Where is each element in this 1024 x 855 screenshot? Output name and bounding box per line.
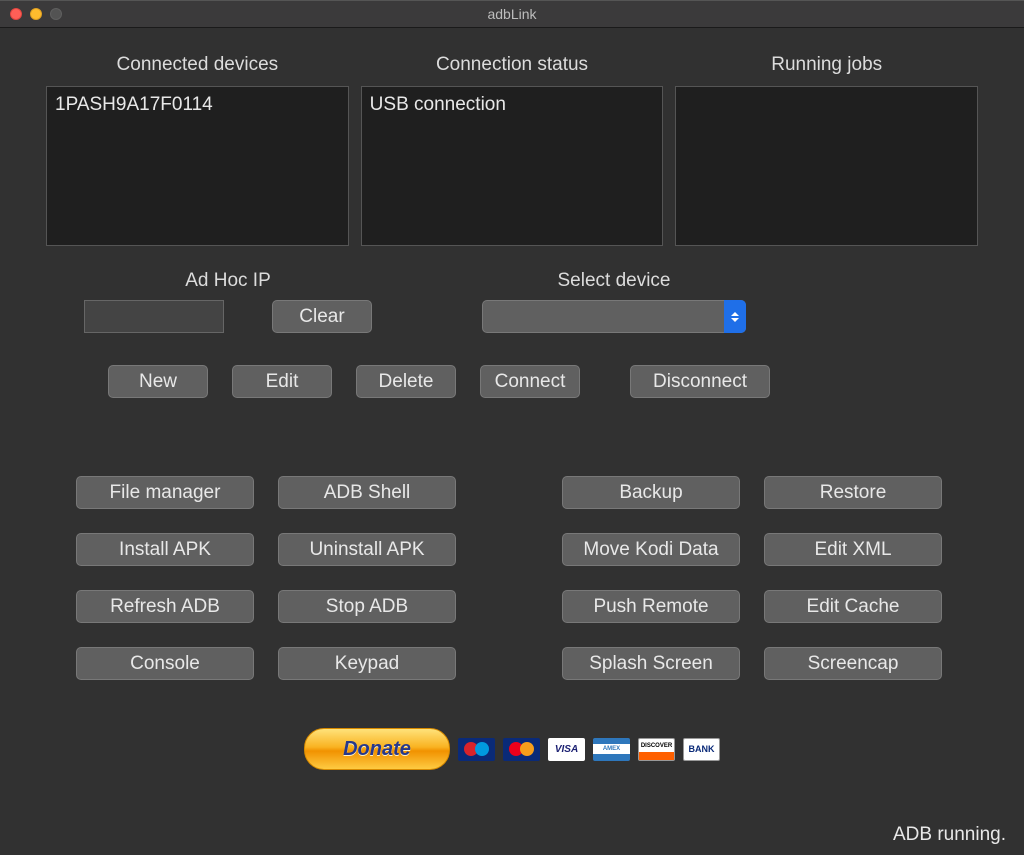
backup-button[interactable]: Backup (562, 476, 740, 509)
running-jobs-label: Running jobs (675, 54, 978, 76)
edit-button[interactable]: Edit (232, 365, 332, 398)
close-window-icon[interactable] (10, 8, 22, 20)
connected-devices-list[interactable]: 1PASH9A17F0114 (46, 86, 349, 246)
file-manager-button[interactable]: File manager (76, 476, 254, 509)
console-button[interactable]: Console (76, 647, 254, 680)
adhoc-ip-label: Ad Hoc IP (185, 270, 271, 292)
adb-shell-button[interactable]: ADB Shell (278, 476, 456, 509)
statusbar: ADB running. (0, 815, 1024, 855)
running-jobs-panel: Running jobs (675, 54, 978, 246)
status-text: ADB running. (893, 824, 1006, 846)
move-kodi-data-button[interactable]: Move Kodi Data (562, 533, 740, 566)
visa-card-icon: VISA (548, 738, 585, 761)
disconnect-button[interactable]: Disconnect (630, 365, 770, 398)
maestro-card-icon (458, 738, 495, 761)
running-jobs-list[interactable] (675, 86, 978, 246)
refresh-adb-button[interactable]: Refresh ADB (76, 590, 254, 623)
install-apk-button[interactable]: Install APK (76, 533, 254, 566)
connection-status-panel: Connection status USB connection (361, 54, 664, 246)
dropdown-arrow-icon[interactable] (724, 300, 746, 333)
connection-status-list[interactable]: USB connection (361, 86, 664, 246)
list-item[interactable]: 1PASH9A17F0114 (55, 93, 340, 118)
donate-row: Donate VISA AMEX DISCOVER BANK (46, 728, 978, 770)
screencap-button[interactable]: Screencap (764, 647, 942, 680)
bank-card-icon: BANK (683, 738, 720, 761)
select-device-dropdown[interactable] (482, 300, 746, 333)
push-remote-button[interactable]: Push Remote (562, 590, 740, 623)
connection-status-label: Connection status (361, 54, 664, 76)
titlebar: adbLink (0, 0, 1024, 28)
new-button[interactable]: New (108, 365, 208, 398)
connected-devices-label: Connected devices (46, 54, 349, 76)
restore-button[interactable]: Restore (764, 476, 942, 509)
uninstall-apk-button[interactable]: Uninstall APK (278, 533, 456, 566)
discover-card-icon: DISCOVER (638, 738, 675, 761)
select-device-label: Select device (557, 270, 670, 292)
mastercard-icon (503, 738, 540, 761)
donate-button[interactable]: Donate (304, 728, 450, 770)
adhoc-ip-input[interactable] (84, 300, 224, 333)
splash-screen-button[interactable]: Splash Screen (562, 647, 740, 680)
amex-card-icon: AMEX (593, 738, 630, 761)
minimize-window-icon[interactable] (30, 8, 42, 20)
list-item[interactable]: USB connection (370, 93, 655, 118)
clear-button[interactable]: Clear (272, 300, 372, 333)
edit-cache-button[interactable]: Edit Cache (764, 590, 942, 623)
edit-xml-button[interactable]: Edit XML (764, 533, 942, 566)
window-title: adbLink (0, 6, 1024, 22)
delete-button[interactable]: Delete (356, 365, 456, 398)
connected-devices-panel: Connected devices 1PASH9A17F0114 (46, 54, 349, 246)
keypad-button[interactable]: Keypad (278, 647, 456, 680)
maximize-window-icon (50, 8, 62, 20)
window-controls (10, 8, 62, 20)
stop-adb-button[interactable]: Stop ADB (278, 590, 456, 623)
connect-button[interactable]: Connect (480, 365, 580, 398)
